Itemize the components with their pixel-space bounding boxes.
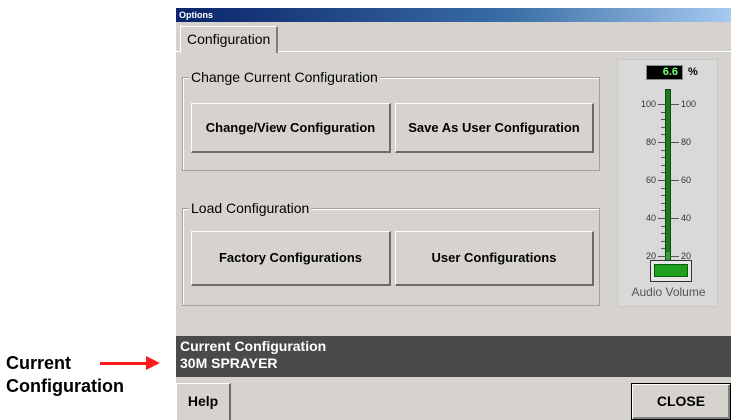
volume-slider-track[interactable]	[665, 89, 671, 264]
volume-scale-label-left: 100	[640, 99, 656, 109]
help-button[interactable]: Help	[176, 383, 231, 420]
volume-scale-label-right: 100	[681, 99, 697, 109]
callout-text: Current Configuration	[6, 352, 124, 398]
volume-minor-tick	[661, 172, 665, 174]
volume-minor-tick	[661, 134, 665, 136]
volume-scale-label-right: 40	[681, 213, 692, 223]
volume-scale-label-right: 80	[681, 137, 692, 147]
volume-minor-tick	[661, 210, 665, 212]
close-button[interactable]: CLOSE	[631, 383, 731, 420]
volume-minor-tick	[661, 164, 665, 166]
volume-tick-right	[671, 142, 679, 143]
change-view-configuration-button[interactable]: Change/View Configuration	[191, 103, 391, 153]
volume-minor-tick	[661, 225, 665, 227]
bottom-bar: Help CLOSE	[176, 377, 731, 420]
current-configuration-status: Current Configuration 30M SPRAYER	[176, 336, 731, 377]
volume-minor-tick	[661, 126, 665, 128]
volume-tick-left	[658, 218, 666, 219]
volume-minor-tick	[661, 157, 665, 159]
tab-configuration[interactable]: Configuration	[180, 26, 279, 53]
volume-unit: %	[688, 66, 698, 78]
volume-minor-tick	[661, 119, 665, 121]
configuration-panel: Change Current Configuration Change/View…	[180, 53, 728, 336]
load-configuration-group: Load Configuration Factory Configuration…	[182, 199, 600, 306]
volume-scale-label-left: 40	[645, 213, 656, 223]
volume-tick-left	[658, 256, 666, 257]
volume-slider-handle[interactable]	[650, 260, 692, 282]
user-configurations-button[interactable]: User Configurations	[395, 231, 594, 286]
volume-slider-handle-grip	[654, 264, 688, 277]
volume-minor-tick	[661, 233, 665, 235]
volume-scale-label-right: 60	[681, 175, 692, 185]
volume-minor-tick	[661, 195, 665, 197]
options-window: Options Configuration Change Current Con…	[176, 8, 731, 420]
volume-tick-right	[671, 218, 679, 219]
volume-tick-right	[671, 104, 679, 105]
load-configuration-title: Load Configuration	[189, 199, 312, 217]
current-configuration-callout: Current Configuration	[0, 338, 176, 408]
tab-strip: Configuration	[176, 22, 731, 53]
volume-tick-right	[671, 256, 679, 257]
change-configuration-title: Change Current Configuration	[189, 68, 380, 86]
callout-line-2: Configuration	[6, 376, 124, 396]
volume-readout: 6.6	[646, 65, 683, 80]
volume-tick-left	[658, 142, 666, 143]
volume-scale-label-left: 80	[645, 137, 656, 147]
callout-arrow-line	[100, 362, 150, 365]
volume-minor-tick	[661, 240, 665, 242]
volume-minor-tick	[661, 111, 665, 113]
change-configuration-group: Change Current Configuration Change/View…	[182, 68, 600, 171]
volume-tick-right	[671, 180, 679, 181]
volume-tick-left	[658, 104, 666, 105]
save-as-user-configuration-button[interactable]: Save As User Configuration	[395, 103, 594, 153]
audio-volume-label: Audio Volume	[631, 285, 706, 299]
volume-minor-tick	[661, 149, 665, 151]
volume-scale-label-left: 60	[645, 175, 656, 185]
callout-arrow-icon	[146, 356, 160, 370]
volume-minor-tick	[661, 187, 665, 189]
window-title: Options	[176, 8, 731, 22]
volume-tick-left	[658, 180, 666, 181]
volume-minor-tick	[661, 202, 665, 204]
status-configuration-name: 30M SPRAYER	[180, 355, 278, 371]
volume-minor-tick	[661, 248, 665, 250]
audio-volume-control: 6.6 % 100 100 80 80 60 60 40 40 20 20 Audio Volum…	[617, 59, 718, 307]
status-heading: Current Configuration	[180, 338, 327, 354]
factory-configurations-button[interactable]: Factory Configurations	[191, 231, 391, 286]
